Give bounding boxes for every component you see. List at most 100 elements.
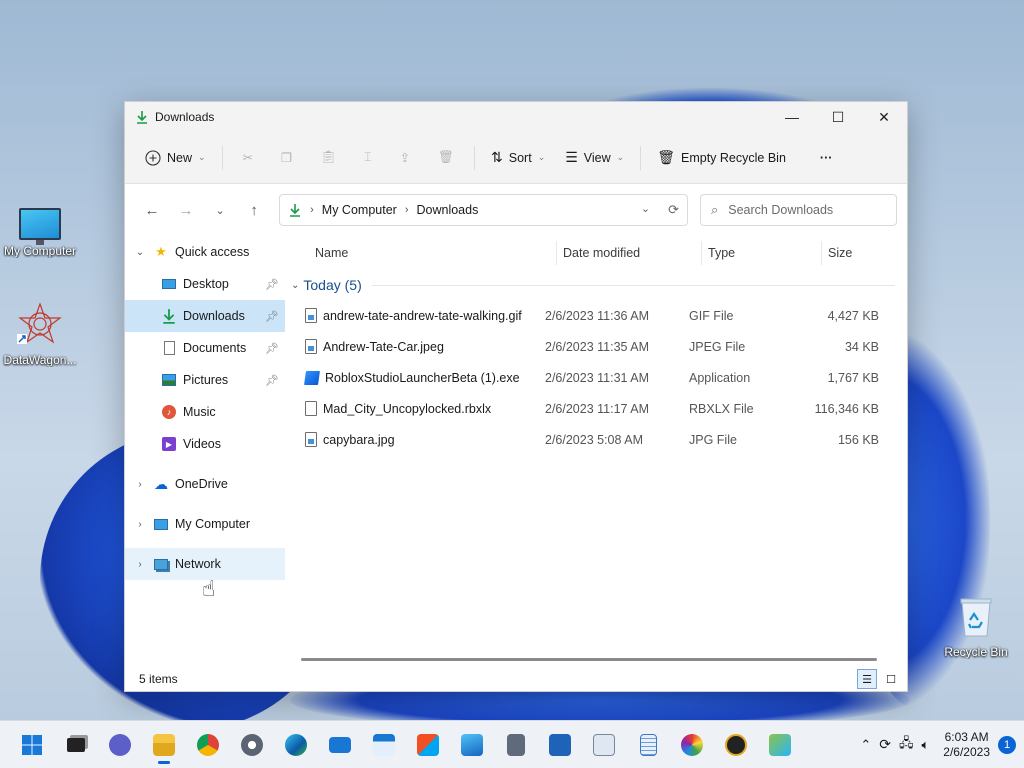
start-button[interactable] (10, 725, 54, 765)
file-list: Name Date modified Type Size ⌄ Today (5)… (287, 236, 907, 666)
desktop-icon (161, 276, 177, 292)
desktop-icon-recycle-bin[interactable]: Recycle Bin (936, 596, 1016, 659)
chrome-button[interactable] (186, 725, 230, 765)
nav-item-desktop[interactable]: Desktop 📌︎ (125, 268, 285, 300)
file-row[interactable]: andrew-tate-andrew-tate-walking.gif 2/6/… (287, 300, 907, 331)
copy-button[interactable]: ❐ (267, 144, 306, 171)
title-bar[interactable]: Downloads — ☐ ✕ (125, 102, 907, 132)
calendar-button[interactable] (362, 725, 406, 765)
file-size: 1,767 KB (827, 370, 879, 385)
column-header-date[interactable]: Date modified (557, 241, 702, 265)
minimize-button[interactable]: — (769, 102, 815, 132)
more-options-button[interactable]: ··· (810, 145, 843, 171)
nav-my-computer[interactable]: › My Computer (125, 508, 285, 540)
toolbar-divider (474, 145, 476, 170)
address-bar[interactable]: › My Computer › Downloads ⌄ ⟳ (279, 194, 688, 226)
share-button[interactable]: ⇪ (386, 144, 424, 171)
file-row[interactable]: Andrew-Tate-Car.jpeg 2/6/2023 11:35 AM J… (287, 331, 907, 362)
performance-monitor-button[interactable] (582, 725, 626, 765)
sort-button[interactable]: ⇅ Sort ⌄ (481, 143, 555, 172)
file-explorer-taskbar-button[interactable] (142, 725, 186, 765)
file-type: JPG File (689, 432, 737, 447)
breadcrumb-separator-icon: › (404, 204, 409, 216)
search-placeholder: Search Downloads (728, 203, 834, 217)
view-button[interactable]: ☰ View ⌄ (555, 143, 634, 172)
chrome-icon (197, 733, 219, 756)
column-header-name[interactable]: Name (287, 241, 557, 265)
teams-chat-button[interactable] (98, 725, 142, 765)
clock[interactable]: 6:03 AM 2/6/2023 (943, 730, 990, 760)
group-header-today[interactable]: ⌄ Today (5) (287, 270, 907, 300)
file-row[interactable]: RobloxStudioLauncherBeta (1).exe 2/6/202… (287, 362, 907, 393)
nav-item-pictures[interactable]: Pictures 📌︎ (125, 364, 285, 396)
nav-onedrive[interactable]: › ☁ OneDrive (125, 468, 285, 500)
network-tray-icon[interactable]: 🖧︎ (899, 734, 914, 756)
clock-date: 2/6/2023 (943, 744, 990, 759)
calculator-button[interactable] (494, 725, 538, 765)
speaker-icon[interactable]: 🔈︎ (921, 737, 929, 753)
file-row[interactable]: capybara.jpg 2/6/2023 5:08 AM JPG File 1… (287, 424, 907, 455)
image-file-icon (305, 308, 317, 323)
cut-button[interactable]: ✂ (229, 144, 267, 171)
close-button[interactable]: ✕ (861, 102, 907, 132)
music-icon: ♪ (161, 404, 177, 420)
photos-button[interactable] (450, 725, 494, 765)
search-input[interactable]: ⌕ Search Downloads (699, 194, 897, 226)
view-label: View (583, 150, 611, 165)
recent-locations-chevron-icon[interactable]: ⌄ (203, 204, 237, 217)
notification-badge[interactable]: 1 (998, 735, 1016, 754)
chevron-up-icon[interactable]: ⌃ (860, 737, 871, 753)
paint-button[interactable] (670, 725, 714, 765)
maximize-button[interactable]: ☐ (815, 102, 861, 132)
task-view-button[interactable] (54, 725, 98, 765)
breadcrumb-downloads[interactable]: Downloads (417, 203, 479, 217)
desktop-icon-datawagon[interactable]: DataWagon... (0, 302, 80, 367)
nav-item-music[interactable]: ♪ Music (125, 396, 285, 428)
file-size: 156 KB (837, 432, 879, 447)
media-play-button[interactable] (714, 725, 758, 765)
clipboard-icon: 📋︎ (320, 150, 337, 164)
control-panel-button[interactable] (758, 725, 802, 765)
forward-arrow-icon[interactable]: → (169, 202, 203, 219)
breadcrumb-separator-icon: › (310, 204, 314, 216)
paste-button[interactable]: 📋︎ (306, 144, 350, 171)
nav-item-documents[interactable]: Documents 📌︎ (125, 332, 285, 364)
desktop-icon-label: DataWagon... (3, 353, 77, 367)
sync-icon[interactable]: ⟳ (879, 736, 891, 753)
chevron-down-icon: ⌄ (537, 152, 546, 162)
nav-quick-access[interactable]: ⌄ ★ Quick access (125, 236, 285, 268)
column-header-size[interactable]: Size (822, 241, 902, 265)
file-date: 2/6/2023 11:17 AM (545, 401, 650, 416)
nav-item-videos[interactable]: ▶ Videos (125, 428, 285, 460)
settings-button[interactable] (230, 725, 274, 765)
file-size: 4,427 KB (827, 308, 879, 323)
address-dropdown-icon[interactable]: ⌄ (641, 202, 650, 218)
folder-icon (153, 733, 175, 756)
delete-button[interactable]: 🗑︎ (424, 144, 468, 171)
empty-recycle-bin-button[interactable]: 🗑︎ Empty Recycle Bin (647, 143, 796, 172)
file-row[interactable]: Mad_City_Uncopylocked.rbxlx 2/6/2023 11:… (287, 393, 907, 424)
file-date: 2/6/2023 11:31 AM (545, 370, 650, 385)
media-player-button[interactable] (538, 725, 582, 765)
details-view-icon[interactable]: ☰ (857, 669, 877, 689)
column-header-type[interactable]: Type (702, 241, 822, 265)
file-size: 34 KB (844, 339, 879, 354)
tiles-view-icon[interactable]: ☐ (881, 669, 901, 689)
breadcrumb-my-computer[interactable]: My Computer (322, 203, 397, 217)
nav-item-downloads[interactable]: Downloads 📌︎ (125, 300, 285, 332)
new-button[interactable]: New ⌄ (135, 144, 216, 172)
edge-button[interactable] (274, 725, 318, 765)
up-arrow-icon[interactable]: ↑ (237, 202, 271, 219)
rename-button[interactable]: ⌶ (350, 144, 386, 171)
back-arrow-icon[interactable]: ← (135, 202, 169, 219)
column-headers: Name Date modified Type Size (287, 236, 907, 270)
refresh-icon[interactable]: ⟳ (668, 202, 679, 218)
plus-circle-icon (145, 149, 161, 166)
desktop-icon-my-computer[interactable]: My Computer (0, 208, 80, 258)
file-type: RBXLX File (689, 401, 754, 416)
notepad-button[interactable] (626, 725, 670, 765)
store-icon (417, 733, 439, 756)
mail-button[interactable] (318, 725, 362, 765)
horizontal-scrollbar[interactable] (301, 658, 877, 661)
store-button[interactable] (406, 725, 450, 765)
